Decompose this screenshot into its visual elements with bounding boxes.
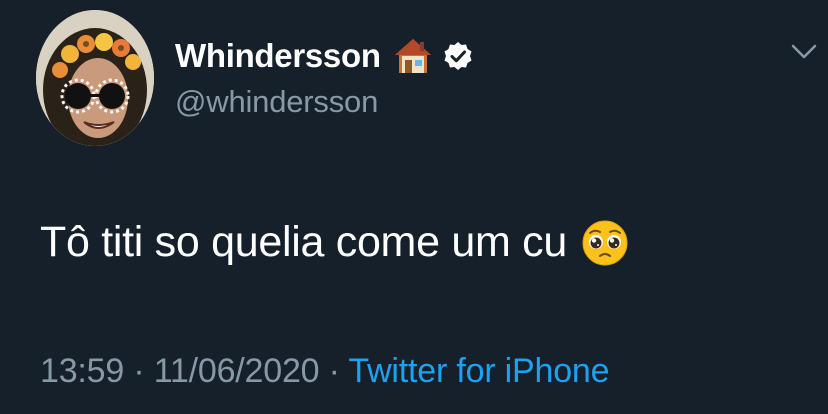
tweet-source-link[interactable]: Twitter for iPhone [348, 352, 609, 390]
display-name[interactable]: Whindersson [175, 37, 381, 75]
tweet-time[interactable]: 13:59 [40, 352, 124, 390]
house-icon [393, 36, 433, 76]
meta-separator: · [319, 352, 349, 390]
tweet-header: Whindersson @whindersson [175, 30, 473, 120]
tweet-body: Tô titi so quelia come um cu [40, 218, 629, 267]
tweet-text: Tô titi so quelia come um cu [40, 218, 567, 266]
avatar[interactable] [36, 10, 154, 146]
avatar-image [36, 10, 154, 146]
meta-separator: · [124, 352, 154, 390]
verified-badge-icon [443, 41, 473, 71]
chevron-down-icon[interactable] [790, 42, 818, 62]
user-handle[interactable]: @whindersson [175, 84, 473, 120]
pleading-face-icon [581, 219, 629, 267]
tweet-card[interactable]: Whindersson @whindersson Tô titi so quel… [0, 0, 828, 414]
tweet-meta: 13:59 · 11/06/2020 · Twitter for iPhone [40, 352, 610, 391]
name-row: Whindersson [175, 30, 473, 82]
tweet-date[interactable]: 11/06/2020 [154, 352, 320, 390]
